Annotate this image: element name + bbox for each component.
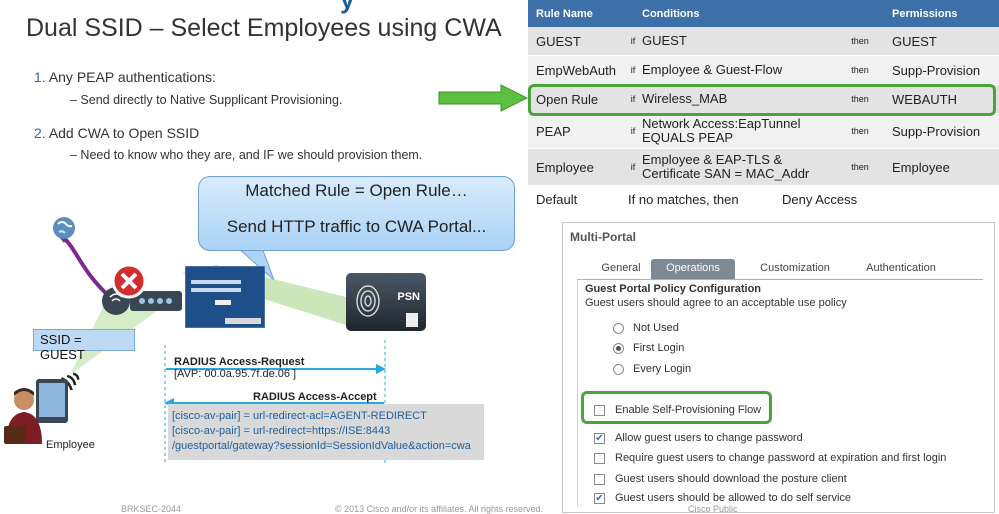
login-page-thumbnail bbox=[185, 266, 265, 328]
bullet-1: 1. Any PEAP authentications: bbox=[34, 69, 216, 85]
bullet-2: 2. Add CWA to Open SSID bbox=[34, 125, 199, 141]
then-label: then bbox=[851, 126, 869, 136]
rule-condition: GUEST bbox=[642, 33, 687, 48]
rule-permission: Supp-Provision bbox=[892, 62, 981, 78]
rule-name: Default bbox=[536, 192, 578, 207]
table-row: PEAP if Network Access:EapTunnel EQUALS … bbox=[528, 114, 999, 149]
tab-general[interactable]: General bbox=[586, 259, 656, 279]
employee-avatar-icon bbox=[4, 388, 42, 444]
checkbox-posture-client[interactable]: Guest users should download the posture … bbox=[594, 473, 847, 485]
section-title: Guest Portal Policy Configuration bbox=[585, 283, 762, 295]
title-fragment: y bbox=[340, 0, 354, 15]
section-description: Guest users should agree to an acceptabl… bbox=[585, 297, 847, 309]
checkbox-require-change-password[interactable]: Require guest users to change password a… bbox=[594, 452, 946, 464]
rule-condition: If no matches, then bbox=[628, 192, 739, 207]
checkbox[interactable] bbox=[594, 473, 605, 485]
table-row: Employee if Employee & EAP-TLS & Certifi… bbox=[528, 149, 999, 186]
rule-condition: Network Access:EapTunnel EQUALS PEAP bbox=[642, 116, 801, 145]
rule-permission: Supp-Provision bbox=[892, 123, 981, 139]
rule-condition: Employee & EAP-TLS & Certificate SAN = M… bbox=[642, 152, 810, 181]
av-pair-line: [cisco-av-pair] = url-redirect=https://I… bbox=[172, 425, 391, 437]
rule-name: Employee bbox=[536, 159, 594, 175]
rule-name: PEAP bbox=[536, 123, 571, 139]
rule-name: EmpWebAuth bbox=[536, 62, 616, 78]
radio-button[interactable] bbox=[613, 342, 624, 354]
checkbox[interactable] bbox=[594, 452, 605, 464]
internet-globe-icon bbox=[53, 217, 75, 239]
checkbox-self-service[interactable]: ✔ Guest users should be allowed to do sel… bbox=[594, 492, 851, 504]
checkbox-label: Guest users should download the posture … bbox=[615, 473, 847, 485]
table-header: Rule Name Conditions Permissions bbox=[528, 0, 999, 27]
fingerprint-icon bbox=[356, 285, 380, 317]
green-arrow-icon bbox=[438, 84, 529, 112]
then-label: then bbox=[851, 162, 869, 172]
checkbox-label: Allow guest users to change password bbox=[615, 432, 803, 444]
bullet-2-text: Add CWA to Open SSID bbox=[48, 125, 200, 141]
then-label: then bbox=[851, 36, 869, 46]
radius-accept-label: RADIUS Access-Accept bbox=[253, 391, 377, 403]
table-row: EmpWebAuth if Employee & Guest-Flow then… bbox=[528, 56, 999, 85]
radio-first-login[interactable]: First Login bbox=[613, 342, 684, 354]
multi-portal-panel: Multi-Portal General Operations Customiz… bbox=[562, 222, 995, 513]
rule-permission: Deny Access bbox=[782, 192, 858, 207]
tab-operations[interactable]: Operations bbox=[651, 259, 735, 279]
radio-every-login[interactable]: Every Login bbox=[613, 363, 691, 375]
bullet-1-sub: – Send directly to Native Supplicant Pro… bbox=[70, 93, 343, 107]
if-label: if bbox=[630, 65, 636, 75]
blocked-x-icon bbox=[111, 263, 147, 299]
table-row: GUEST if GUEST then GUEST bbox=[528, 27, 999, 56]
checkbox[interactable]: ✔ bbox=[594, 492, 605, 504]
checkbox-change-password[interactable]: ✔ Allow guest users to change password bbox=[594, 432, 803, 444]
tab-customization[interactable]: Customization bbox=[749, 259, 841, 279]
rule-permission: Employee bbox=[892, 159, 950, 175]
radio-label: Every Login bbox=[633, 363, 692, 375]
radio-not-used[interactable]: Not Used bbox=[613, 322, 679, 334]
if-label: if bbox=[630, 126, 636, 136]
psn-server: PSN bbox=[346, 273, 426, 331]
if-label: if bbox=[630, 36, 636, 46]
avp-label: [AVP: 00.0a.95.7f.de.06 ] bbox=[174, 368, 297, 380]
checkbox[interactable]: ✔ bbox=[594, 432, 605, 444]
slide-title: Dual SSID – Select Employees using CWA bbox=[26, 14, 502, 42]
radio-button[interactable] bbox=[613, 322, 624, 334]
rule-permission: GUEST bbox=[892, 33, 937, 49]
checkbox-label: Require guest users to change password a… bbox=[615, 452, 947, 464]
bullet-1-number: 1. bbox=[34, 69, 46, 85]
bullet-2-sub: – Need to know who they are, and IF we s… bbox=[70, 148, 423, 162]
radio-label: Not Used bbox=[633, 322, 679, 334]
checkbox-label: Guest users should be allowed to do self… bbox=[615, 492, 852, 504]
then-label: then bbox=[851, 65, 869, 75]
av-pair-line: /guestportal/gateway?sessionId=SessionId… bbox=[172, 440, 471, 452]
av-pair-line: [cisco-av-pair] = url-redirect-acl=AGENT… bbox=[172, 410, 427, 422]
self-provisioning-highlight bbox=[581, 391, 772, 424]
radio-button[interactable] bbox=[613, 363, 624, 375]
psn-label: PSN bbox=[397, 291, 420, 303]
radius-request: RADIUS Access-Request [AVP: 00.0a.95.7f.… bbox=[174, 356, 304, 380]
av-pair-box: [cisco-av-pair] = url-redirect-acl=AGENT… bbox=[168, 404, 484, 460]
radio-label: First Login bbox=[633, 342, 685, 354]
header-conditions: Conditions bbox=[642, 7, 700, 20]
rule-name: GUEST bbox=[536, 33, 581, 49]
bullet-1-text: Any PEAP authentications: bbox=[48, 69, 216, 85]
if-label: if bbox=[630, 162, 636, 172]
tab-authentication[interactable]: Authentication bbox=[853, 259, 949, 279]
server-doc-icon bbox=[406, 313, 418, 327]
header-permissions: Permissions bbox=[892, 7, 958, 20]
rule-condition: Employee & Guest-Flow bbox=[642, 62, 783, 77]
employee-label: Employee bbox=[46, 439, 95, 451]
bullet-2-number: 2. bbox=[34, 125, 46, 141]
header-rule-name: Rule Name bbox=[536, 7, 593, 20]
open-rule-highlight bbox=[528, 84, 996, 116]
panel-title: Multi-Portal bbox=[570, 230, 636, 244]
radius-request-label: RADIUS Access-Request bbox=[174, 356, 305, 368]
table-row-default: Default If no matches, then Deny Access bbox=[528, 186, 999, 214]
ssid-label: SSID = GUEST bbox=[33, 329, 135, 362]
